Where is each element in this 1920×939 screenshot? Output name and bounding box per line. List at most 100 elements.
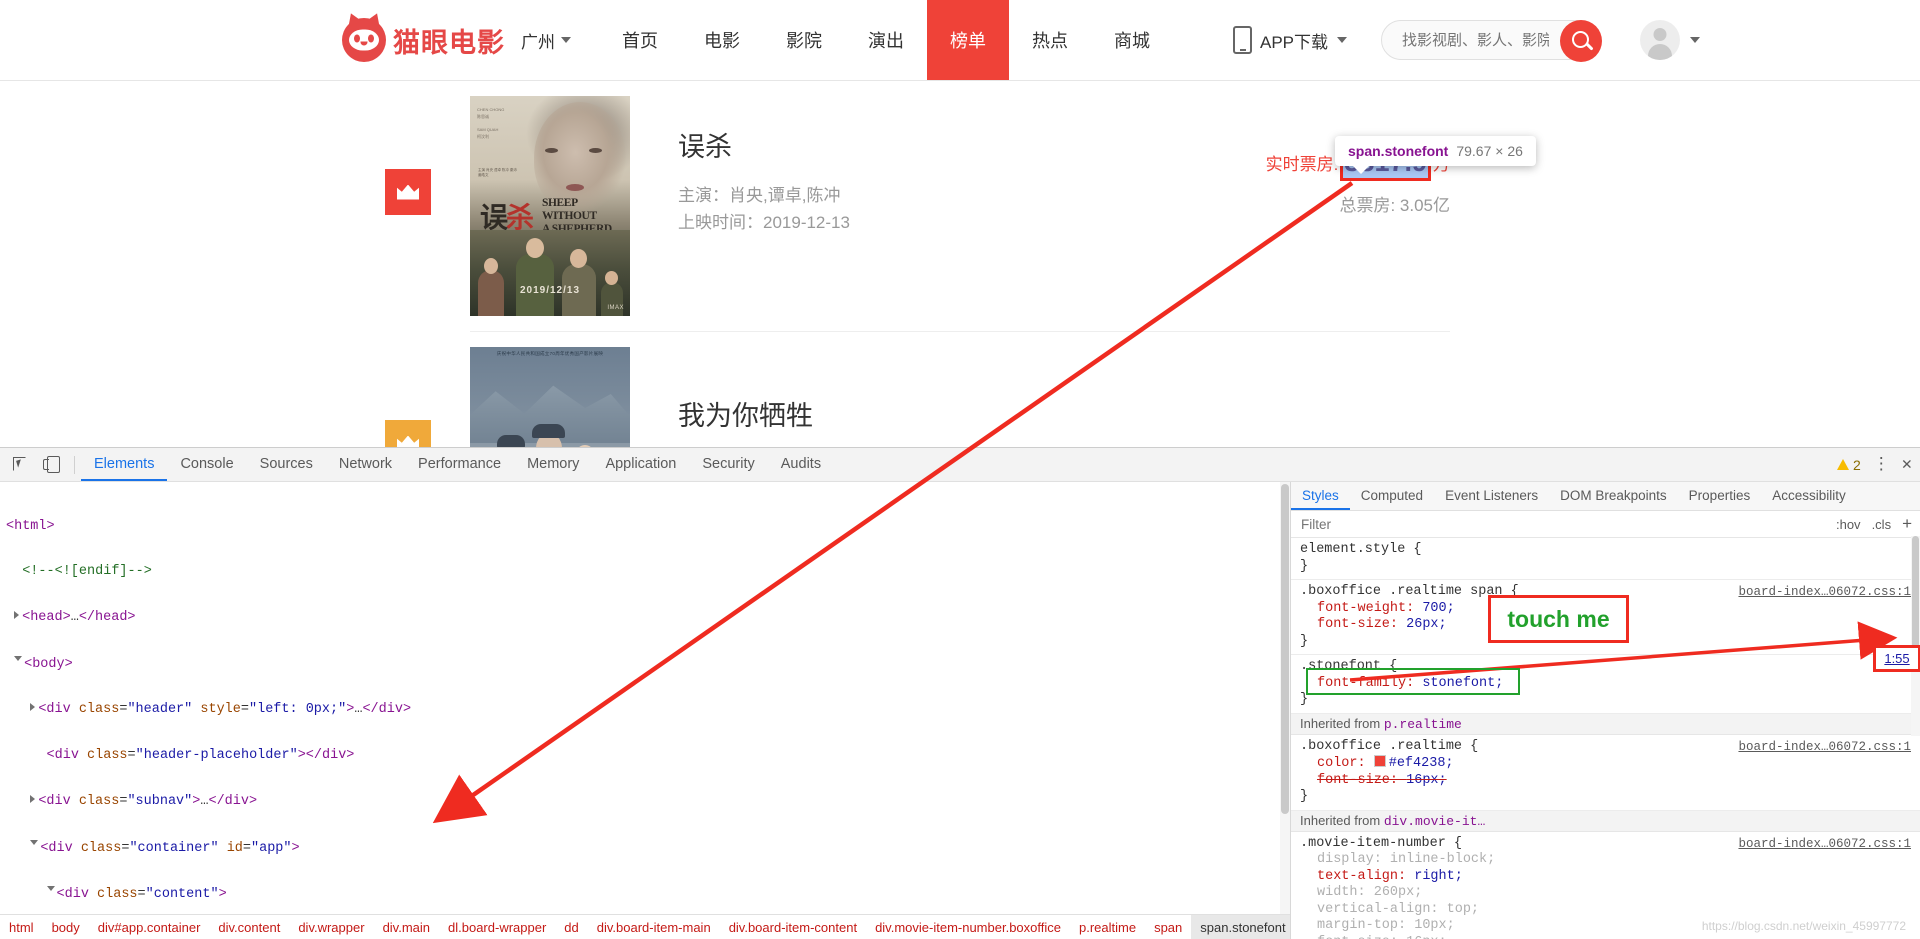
breadcrumb-item[interactable]: html [0,920,43,935]
css-property[interactable]: vertical-align: top; [1300,902,1912,919]
style-rule-element-style[interactable]: element.style { } [1291,538,1920,580]
movie-title[interactable]: 我为你牺牲 [678,381,1150,434]
dom-line[interactable]: <head>…</head> [6,610,1290,625]
breadcrumb-item[interactable]: div#app.container [89,920,210,935]
inherited-from-realtime: Inherited from p.realtime [1291,714,1920,735]
dom-line[interactable]: <div class="subnav">…</div> [6,794,1290,809]
dom-line[interactable]: <div class="content"> [6,886,1290,901]
styles-filter-input[interactable] [1299,516,1633,533]
devtools-tabs: Elements Console Sources Network Perform… [81,448,834,481]
cls-toggle[interactable]: .cls [1872,517,1892,532]
new-style-rule-button[interactable]: + [1902,514,1912,534]
styles-pane: Styles Computed Event Listeners DOM Brea… [1291,482,1920,939]
nav-item-cinemas[interactable]: 影院 [763,0,845,80]
avatar[interactable] [1640,20,1680,60]
dom-line[interactable]: <body> [6,656,1290,671]
tab-styles[interactable]: Styles [1291,482,1350,510]
breadcrumb-item[interactable]: p.realtime [1070,920,1145,935]
dom-line[interactable]: <div class="header-placeholder"></div> [6,748,1290,763]
poster-imax: IMAX [607,305,624,311]
style-rule-boxoffice-realtime[interactable]: board-index…06072.css:1 .boxoffice .real… [1291,735,1920,811]
breadcrumb-item[interactable]: span [1145,920,1191,935]
css-property[interactable]: text-align: right; [1300,869,1912,886]
dom-line[interactable]: <!--<![endif]--> [6,564,1290,579]
breadcrumb-item-selected[interactable]: span.stonefont [1191,915,1290,939]
close-icon[interactable]: ✕ [1902,454,1912,475]
devtools-body: <html> <!--<![endif]--> <head>…</head> <… [0,482,1920,939]
tab-performance[interactable]: Performance [405,448,514,481]
css-property[interactable]: display: inline-block; [1300,852,1912,869]
crown-icon [397,185,419,200]
device-toolbar-button[interactable] [40,452,66,478]
board-wrapper: CHEN CHONG 陈思诚 SAM QUAH 柯汶利 主演 肖央 谭卓 陈冲 … [0,81,1920,459]
css-property-font-size[interactable]: font-size: 16px; [1300,773,1912,790]
breadcrumb-item[interactable]: div.movie-item-number.boxoffice [866,920,1070,935]
nav-item-board[interactable]: 榜单 [927,0,1009,80]
tab-audits[interactable]: Audits [768,448,834,481]
maoyan-cat-icon [342,18,386,62]
tab-properties[interactable]: Properties [1678,482,1762,510]
warning-badge[interactable]: 2 [1837,457,1861,473]
chevron-down-icon[interactable] [1690,37,1700,43]
dom-line[interactable]: <html> [6,519,1290,534]
watermark: https://blog.csdn.net/weixin_45997772 [1702,919,1906,933]
tab-application[interactable]: Application [592,448,689,481]
app-download-menu[interactable]: APP下载 [1233,26,1347,54]
color-swatch[interactable] [1374,755,1386,767]
city-label: 广州 [521,28,555,53]
city-selector[interactable]: 广州 [521,28,571,53]
rank-badge-1 [385,169,431,215]
tab-console[interactable]: Console [167,448,246,481]
tab-computed[interactable]: Computed [1350,482,1434,510]
breadcrumb-item[interactable]: div.wrapper [289,920,373,935]
css-property[interactable]: width: 260px; [1300,885,1912,902]
movie-poster[interactable]: 庆祝中华人民共和国成立70周年优秀国产影片展映 [470,347,630,459]
phone-icon [1233,26,1252,54]
dom-line[interactable]: <div class="container" id="app"> [6,840,1290,855]
nav-item-movies[interactable]: 电影 [681,0,763,80]
inspect-element-button[interactable] [7,452,33,478]
devtools-toolbar-right: 2 ⋮ ✕ [1837,448,1912,481]
tab-dom-breakpoints[interactable]: DOM Breakpoints [1549,482,1678,510]
tab-network[interactable]: Network [326,448,405,481]
tab-memory[interactable]: Memory [514,448,592,481]
poster-credit-4: 柯汶利 [477,133,504,140]
dom-line[interactable]: <div class="header" style="left: 0px;">…… [6,702,1290,717]
styles-scrollbar[interactable] [1911,536,1920,736]
movie-poster[interactable]: CHEN CHONG 陈思诚 SAM QUAH 柯汶利 主演 肖央 谭卓 陈冲 … [470,96,630,316]
tab-event-listeners[interactable]: Event Listeners [1434,482,1549,510]
annotation-touch-me: touch me [1488,595,1629,643]
nav-item-mall[interactable]: 商城 [1091,0,1173,80]
breadcrumb-item[interactable]: div.main [374,920,439,935]
rule-source-link[interactable]: board-index…06072.css:1 [1738,836,1911,853]
search-button[interactable] [1560,20,1602,62]
tab-security[interactable]: Security [689,448,767,481]
nav-item-hot[interactable]: 热点 [1009,0,1091,80]
breadcrumb-item[interactable]: div.content [209,920,289,935]
devtools-toolbar: Elements Console Sources Network Perform… [0,448,1920,482]
more-options-icon[interactable]: ⋮ [1873,454,1890,475]
breadcrumb-item[interactable]: div.board-item-content [720,920,866,935]
rule-close: } [1300,789,1912,806]
hov-toggle[interactable]: :hov [1836,517,1861,532]
rule-source-link[interactable]: board-index…06072.css:1 [1738,739,1911,756]
css-property-color[interactable]: color: #ef4238; [1300,755,1912,773]
movie-star: 主演：肖央,谭卓,陈冲 [678,182,1150,209]
breadcrumb-item[interactable]: div.board-item-main [588,920,720,935]
rule-source-link[interactable]: board-index…06072.css:1 [1738,584,1911,601]
dom-tree-scrollbar[interactable] [1280,482,1290,915]
nav-item-shows[interactable]: 演出 [845,0,927,80]
breadcrumb-item[interactable]: dl.board-wrapper [439,920,555,935]
logo[interactable]: 猫眼电影 [342,18,505,62]
tab-accessibility[interactable]: Accessibility [1761,482,1857,510]
tab-elements[interactable]: Elements [81,448,167,481]
browser-page: 猫眼电影 广州 首页 电影 影院 演出 榜单 热点 商城 APP下载 [0,0,1920,459]
breadcrumb: html body div#app.container div.content … [0,914,1290,939]
breadcrumb-item[interactable]: dd [555,920,587,935]
breadcrumb-item[interactable]: body [43,920,89,935]
annotation-line-ref: 1:55 [1873,645,1920,672]
movie-title[interactable]: 误杀 [678,130,1150,165]
elements-pane: <html> <!--<![endif]--> <head>…</head> <… [0,482,1291,939]
tab-sources[interactable]: Sources [247,448,326,481]
nav-item-home[interactable]: 首页 [599,0,681,80]
